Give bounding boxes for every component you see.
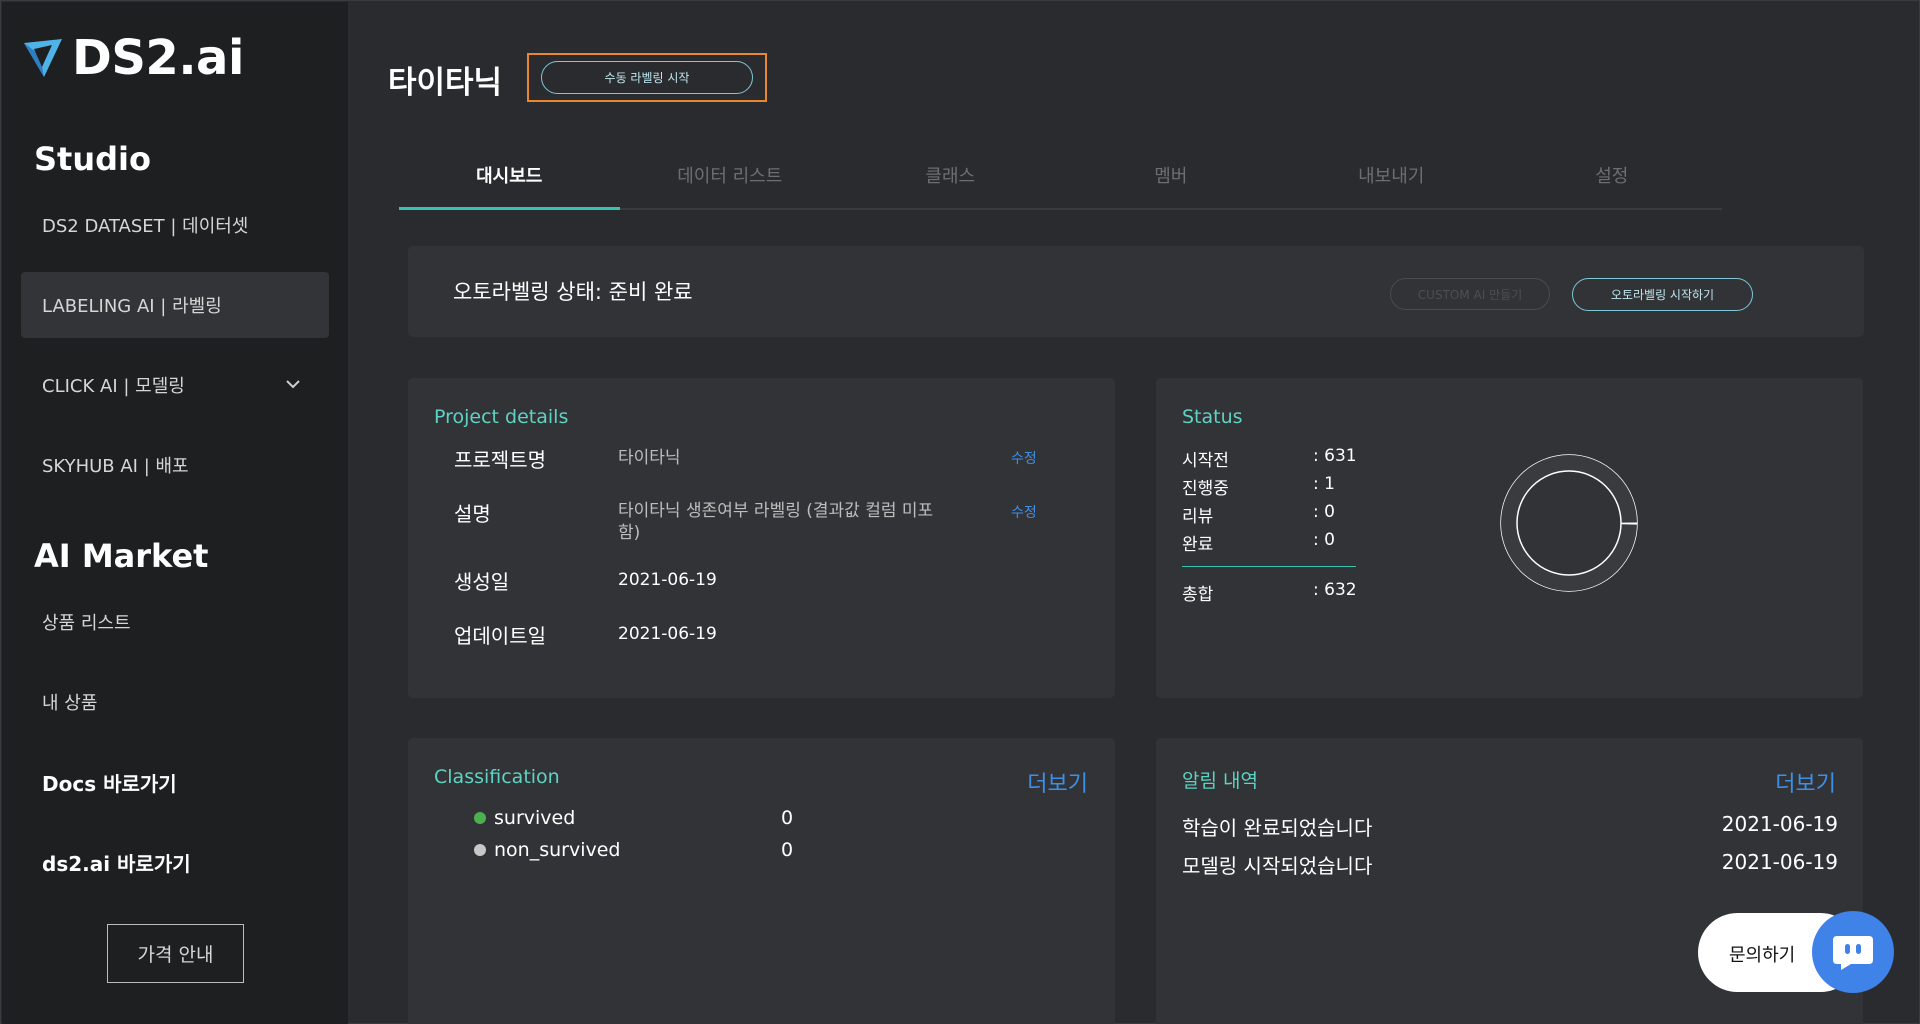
detail-label: 설명 [454,502,491,526]
status-label: 완료 [1182,535,1214,555]
status-total-label: 총합 [1182,585,1214,605]
status-value: : 0 [1313,530,1335,550]
edit-project-name-link[interactable]: 수정 [1011,448,1037,468]
detail-value: 타이타닉 [618,448,681,468]
classification-more-link[interactable]: 더보기 [1027,766,1088,798]
sidebar-item-label: SKYHUB AI | 배포 [42,456,189,477]
class-count: 0 [781,839,794,861]
tab-bar: 대시보드 데이터 리스트 클래스 멤버 내보내기 설정 [399,150,1722,210]
detail-value: 타이타닉 생존여부 라벨링 (결과값 컬럼 미포함) [618,501,934,543]
logo[interactable]: DS2.ai [22,30,244,86]
chat-icon[interactable] [1812,911,1894,993]
start-auto-labeling-button[interactable]: 오토라벨링 시작하기 [1572,278,1753,311]
sidebar-item-labeling[interactable]: LABELING AI | 라벨링 [21,272,329,338]
notification-text: 학습이 완료되었습니다 [1182,816,1373,840]
tab-dashboard[interactable]: 대시보드 [399,150,620,210]
notification-date: 2021-06-19 [1721,850,1838,874]
class-count: 0 [781,807,794,829]
edit-description-link[interactable]: 수정 [1011,502,1037,522]
sidebar-item-label: DS2 DATASET | 데이터셋 [42,216,249,237]
app-window: DS2.ai Studio DS2 DATASET | 데이터셋 LABELIN… [0,0,1920,1024]
notifications-more-link[interactable]: 더보기 [1775,766,1836,798]
status-label: 리뷰 [1182,507,1214,527]
status-divider [1182,566,1356,567]
card-title: Classification [434,766,560,788]
status-value: : 1 [1313,474,1335,494]
logo-text: DS2.ai [72,30,244,86]
card-title: Project details [434,406,569,428]
detail-value: 2021-06-19 [618,624,717,644]
notification-item: 학습이 완료되었습니다 2021-06-19 [1182,812,1838,841]
chevron-down-icon[interactable] [285,376,301,392]
notification-item: 모델링 시작되었습니다 2021-06-19 [1182,850,1838,879]
ai-market-section-title: AI Market [34,537,209,575]
class-name: non_survived [494,839,621,861]
tab-classes[interactable]: 클래스 [840,150,1061,208]
card-title: Status [1182,406,1243,428]
sidebar-item-label: LABELING AI | 라벨링 [42,296,222,317]
sidebar-item-label: 내 상품 [42,693,98,714]
chat-face-icon [1833,936,1873,970]
custom-ai-button[interactable]: CUSTOM AI 만들기 [1390,278,1550,310]
class-item: non_survived [474,839,620,861]
status-donut-chart [1500,454,1638,592]
notification-date: 2021-06-19 [1721,812,1838,836]
status-label: 시작전 [1182,451,1229,471]
status-value: : 0 [1313,502,1335,522]
detail-label: 업데이트일 [454,624,546,648]
page-title: 타이타닉 [388,65,503,101]
studio-section-title: Studio [34,140,151,178]
sidebar-item-dataset[interactable]: DS2 DATASET | 데이터셋 [21,192,329,258]
ds2-logo-icon [24,39,62,77]
status-card: Status 시작전 : 631 진행중 : 1 리뷰 : 0 완료 : 0 총… [1156,378,1863,698]
sidebar-item-modeling[interactable]: CLICK AI | 모델링 [21,352,329,418]
detail-label: 생성일 [454,570,510,594]
class-item: survived [474,807,575,829]
class-name: survived [494,807,576,829]
sidebar: DS2.ai Studio DS2 DATASET | 데이터셋 LABELIN… [2,2,348,1024]
pricing-button[interactable]: 가격 안내 [107,924,244,983]
detail-value: 2021-06-19 [618,570,717,590]
card-title: 알림 내역 [1182,770,1258,792]
status-label: 진행중 [1182,479,1229,499]
auto-labeling-status: 오토라벨링 상태: 준비 완료 [453,280,693,304]
sidebar-item-ds2ai-site[interactable]: ds2.ai 바로가기 [21,829,329,895]
inquiry-label: 문의하기 [1729,945,1796,966]
class-color-dot [474,844,486,856]
status-value: : 631 [1313,446,1357,466]
main-content: 타이타닉 수동 라벨링 시작 대시보드 데이터 리스트 클래스 멤버 내보내기 … [349,2,1918,1024]
donut-inner-ring [1516,470,1622,576]
status-total-value: : 632 [1313,580,1357,600]
manual-labeling-highlight: 수동 라벨링 시작 [527,53,767,102]
notification-text: 모델링 시작되었습니다 [1182,854,1373,878]
sidebar-item-product-list[interactable]: 상품 리스트 [21,589,329,655]
tab-export[interactable]: 내보내기 [1281,150,1502,208]
tab-members[interactable]: 멤버 [1061,150,1282,208]
detail-label: 프로젝트명 [454,448,546,472]
sidebar-item-my-products[interactable]: 내 상품 [21,669,329,735]
sidebar-item-label: CLICK AI | 모델링 [42,376,185,397]
manual-labeling-button[interactable]: 수동 라벨링 시작 [541,61,753,94]
sidebar-item-label: ds2.ai 바로가기 [42,851,191,876]
project-details-card: Project details 프로젝트명 타이타닉 수정 설명 타이타닉 생존… [408,378,1115,698]
sidebar-item-label: Docs 바로가기 [42,771,177,796]
class-color-dot [474,812,486,824]
auto-labeling-panel: 오토라벨링 상태: 준비 완료 CUSTOM AI 만들기 오토라벨링 시작하기 [408,246,1864,337]
tab-data-list[interactable]: 데이터 리스트 [620,150,841,208]
sidebar-item-deploy[interactable]: SKYHUB AI | 배포 [21,432,329,498]
sidebar-item-docs[interactable]: Docs 바로가기 [21,749,329,815]
classification-card: Classification 더보기 survived 0 non_surviv… [408,738,1115,1024]
sidebar-item-label: 상품 리스트 [42,613,131,634]
tab-settings[interactable]: 설정 [1502,150,1723,208]
